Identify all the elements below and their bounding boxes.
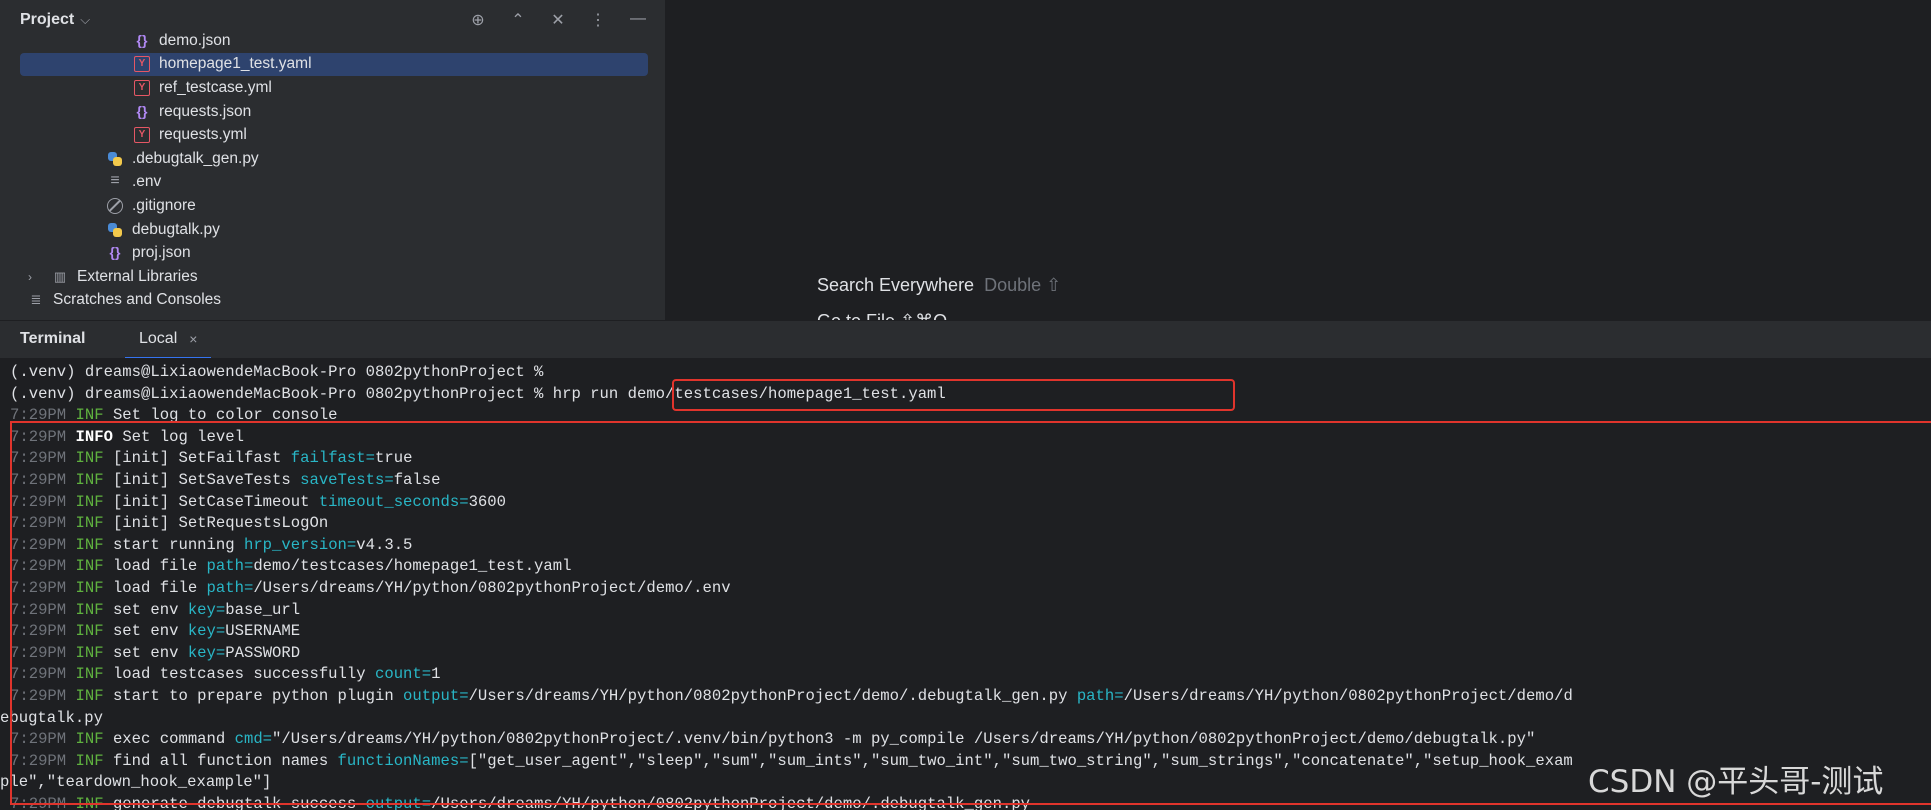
python-icon bbox=[107, 222, 123, 238]
tree-item-label: Scratches and Consoles bbox=[53, 291, 222, 309]
project-header: Project ⌵ ⊕ ⌃ ✕ ⋮ — bbox=[0, 0, 665, 42]
tree-item-label: .debugtalk_gen.py bbox=[132, 149, 259, 167]
project-title: Project bbox=[20, 11, 75, 28]
target-icon[interactable]: ⊕ bbox=[469, 10, 487, 30]
tree-item[interactable]: › ▥ External Libraries bbox=[28, 265, 198, 289]
yaml-icon: Y bbox=[134, 79, 150, 96]
search-everywhere-hint: Search Everywhere Double ⇧ bbox=[817, 275, 1061, 296]
tree-item-label: .env bbox=[132, 173, 162, 191]
gitignore-icon bbox=[107, 197, 123, 214]
tree-item-label: requests.yml bbox=[159, 126, 247, 144]
project-panel: Project ⌵ ⊕ ⌃ ✕ ⋮ — {} demo.json Yhomepage1… bbox=[0, 0, 666, 320]
tree-item[interactable]: {} proj.json bbox=[107, 241, 191, 265]
close-icon[interactable]: × bbox=[189, 331, 197, 347]
tree-item-label: ref_testcase.yml bbox=[159, 78, 272, 96]
tree-item[interactable]: Yrequests.yml bbox=[134, 123, 247, 147]
env-icon: ≡ bbox=[110, 172, 120, 190]
tree-item-label: homepage1_test.yaml bbox=[159, 55, 312, 73]
tree-item[interactable]: Yhomepage1_test.yaml bbox=[20, 52, 648, 77]
yaml-icon: Y bbox=[134, 127, 150, 144]
json-icon: {} bbox=[109, 244, 121, 261]
collapse-icon[interactable]: ✕ bbox=[549, 10, 567, 30]
minimize-icon[interactable]: — bbox=[629, 10, 647, 30]
python-icon bbox=[107, 151, 123, 167]
more-icon[interactable]: ⋮ bbox=[589, 10, 607, 30]
highlight-box-command bbox=[672, 379, 1235, 411]
tree-item[interactable]: ≡ .env bbox=[107, 171, 161, 195]
tree-item[interactable]: debugtalk.py bbox=[107, 218, 220, 242]
tree-item[interactable]: .debugtalk_gen.py bbox=[107, 147, 259, 171]
editor-area: Search Everywhere Double ⇧ Go to File ⇧⌘O bbox=[666, 0, 1931, 320]
watermark: CSDN @平头哥-测试 bbox=[1588, 764, 1884, 800]
scratches-icon: ≣ bbox=[30, 292, 42, 308]
tree-item[interactable]: .gitignore bbox=[107, 194, 196, 218]
terminal-header: Terminal Local × bbox=[0, 320, 1931, 359]
top-area: Project ⌵ ⊕ ⌃ ✕ ⋮ — {} demo.json Yhomepage1… bbox=[0, 0, 1931, 320]
yaml-icon: Y bbox=[134, 56, 150, 73]
chevron-down-icon: ⌵ bbox=[80, 12, 91, 27]
project-toolbar: ⊕ ⌃ ✕ ⋮ — bbox=[469, 10, 647, 30]
chevron-right-icon[interactable]: › bbox=[28, 270, 42, 284]
tree-item-label: External Libraries bbox=[77, 267, 198, 285]
tree-item-label: requests.json bbox=[159, 102, 252, 120]
expand-icon[interactable]: ⌃ bbox=[509, 10, 527, 30]
search-everywhere-label: Search Everywhere bbox=[817, 275, 975, 295]
tree-item[interactable]: {} demo.json bbox=[134, 29, 231, 53]
json-icon: {} bbox=[136, 31, 148, 48]
json-icon: {} bbox=[136, 102, 148, 119]
go-to-file-hint: Go to File ⇧⌘O bbox=[817, 311, 947, 320]
tree-item[interactable]: Yref_testcase.yml bbox=[134, 76, 272, 100]
highlight-box-log bbox=[10, 421, 1931, 805]
tree-item[interactable]: ≣ Scratches and Consoles bbox=[28, 289, 221, 313]
tab-local[interactable]: Local × bbox=[125, 321, 212, 359]
tab-local-label: Local bbox=[139, 330, 178, 347]
search-everywhere-shortcut: Double ⇧ bbox=[984, 275, 1062, 295]
prompt-line: (.venv) dreams@LixiaowendeMacBook-Pro 08… bbox=[10, 363, 553, 381]
tree-item-label: debugtalk.py bbox=[132, 220, 220, 238]
project-title-button[interactable]: Project ⌵ bbox=[20, 11, 90, 29]
library-icon: ▥ bbox=[53, 268, 67, 284]
tree-item-label: .gitignore bbox=[132, 196, 196, 214]
tree-item-label: proj.json bbox=[132, 244, 191, 262]
terminal-title: Terminal bbox=[20, 330, 86, 347]
tree-item-label: demo.json bbox=[159, 31, 231, 49]
tree-item[interactable]: {} requests.json bbox=[134, 100, 252, 124]
